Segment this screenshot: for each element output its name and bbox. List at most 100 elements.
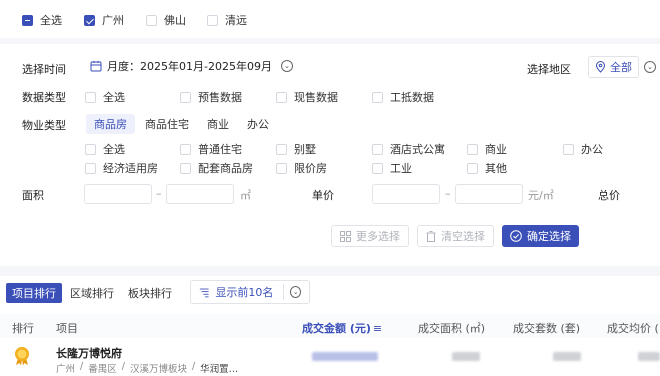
region-value: 全部: [610, 61, 632, 74]
region-check-qingyuan[interactable]: 清远: [207, 12, 247, 28]
chevron-down-icon[interactable]: ⌄: [290, 286, 302, 298]
unit-price-max-input[interactable]: [455, 184, 523, 204]
checkbox-icon[interactable]: [85, 91, 96, 103]
property-option[interactable]: 办公: [563, 141, 603, 157]
checkbox-icon[interactable]: [276, 162, 287, 174]
property-tab[interactable]: 商品房: [86, 114, 135, 134]
checkbox-icon[interactable]: [372, 91, 383, 103]
option-label: 限价房: [294, 162, 327, 175]
grid-icon: [340, 230, 351, 242]
property-option[interactable]: 工业: [372, 160, 412, 176]
checkbox-icon[interactable]: [467, 143, 478, 155]
unit-price-min-input[interactable]: [372, 184, 440, 204]
region-check-label: 全选: [40, 14, 62, 27]
property-type-tabs: 商品房 商品住宅 商业 办公: [86, 114, 277, 134]
property-option[interactable]: 限价房: [276, 160, 327, 176]
confirm-selection-label: 确定选择: [527, 230, 571, 243]
checkbox-icon[interactable]: [85, 162, 96, 174]
checkbox-icon[interactable]: [180, 91, 191, 103]
project-name[interactable]: 长隆万博悦府: [56, 345, 122, 361]
checkbox-indeterminate-icon[interactable]: [22, 14, 33, 26]
location-pin-icon: [595, 61, 606, 73]
property-option[interactable]: 其他: [467, 160, 507, 176]
region-check-foshan[interactable]: 佛山: [146, 12, 186, 28]
checkbox-icon[interactable]: [563, 143, 574, 155]
property-option[interactable]: 配套商品房: [180, 160, 253, 176]
region-check-label: 清远: [225, 14, 247, 27]
property-tab[interactable]: 商业: [199, 114, 237, 134]
chevron-down-icon[interactable]: ⌄: [644, 61, 656, 73]
checkbox-icon[interactable]: [372, 162, 383, 174]
sort-icon[interactable]: ≡: [373, 322, 382, 335]
col-project: 项目: [56, 322, 78, 335]
more-options-button[interactable]: 更多选择: [331, 225, 409, 247]
region-quick-filter: 全选 广州 佛山 清远: [0, 0, 660, 38]
tab-district-ranking[interactable]: 区域排行: [64, 283, 120, 303]
breadcrumb-item: 华润置…: [200, 364, 239, 375]
confirm-selection-button[interactable]: 确定选择: [502, 225, 579, 247]
redacted-avg-price: [638, 352, 660, 361]
col-amount[interactable]: 成交金额 (元) ≡: [302, 320, 382, 336]
clear-selection-label: 清空选择: [441, 230, 485, 243]
checkbox-icon[interactable]: [276, 91, 287, 103]
tab-block-ranking[interactable]: 板块排行: [122, 283, 178, 303]
col-area[interactable]: 成交面积 (㎡): [418, 320, 485, 336]
property-tab[interactable]: 商品住宅: [137, 114, 197, 134]
option-label: 普通住宅: [198, 143, 242, 156]
redacted-units: [553, 352, 581, 361]
region-check-all[interactable]: 全选: [22, 12, 62, 28]
col-avg-price[interactable]: 成交均价 (: [607, 320, 659, 336]
checkbox-icon[interactable]: [180, 143, 191, 155]
clear-selection-button[interactable]: 清空选择: [417, 225, 494, 247]
checkbox-icon[interactable]: [207, 14, 218, 26]
option-label: 预售数据: [198, 91, 242, 104]
checkbox-icon[interactable]: [467, 162, 478, 174]
total-price-label: 总价: [598, 189, 620, 202]
data-type-option[interactable]: 工抵数据: [372, 89, 434, 105]
option-label: 商业: [485, 143, 507, 156]
chevron-down-icon[interactable]: ⌄: [280, 60, 293, 72]
option-label: 全选: [103, 143, 125, 156]
property-option[interactable]: 别墅: [276, 141, 316, 157]
property-option[interactable]: 商业: [467, 141, 507, 157]
checkbox-icon[interactable]: [146, 14, 157, 26]
data-type-label: 数据类型: [22, 91, 66, 104]
redacted-amount: [312, 352, 378, 361]
property-option[interactable]: 普通住宅: [180, 141, 242, 157]
checkbox-checked-icon[interactable]: [84, 14, 95, 26]
breadcrumb-item: 广州: [56, 364, 76, 375]
region-check-label: 佛山: [164, 14, 186, 27]
region-select[interactable]: 全部: [588, 56, 639, 78]
range-separator: –: [445, 187, 451, 200]
time-label: 选择时间: [22, 63, 66, 76]
show-top-select[interactable]: 显示前10名 ⌄: [190, 280, 310, 304]
data-type-option[interactable]: 预售数据: [180, 89, 242, 105]
checkbox-icon[interactable]: [372, 143, 383, 155]
area-unit: ㎡: [240, 189, 251, 202]
property-option[interactable]: 经济适用房: [85, 160, 158, 176]
region-label: 选择地区: [527, 63, 571, 76]
property-option[interactable]: 全选: [85, 141, 125, 157]
time-picker[interactable]: 月度：2025年01月-2025年09月 ⌄: [90, 58, 293, 74]
checkbox-icon[interactable]: [85, 143, 96, 155]
sort-list-icon: [199, 288, 209, 297]
tab-project-ranking[interactable]: 项目排行: [6, 283, 62, 303]
col-amount-label: 成交金额 (元): [302, 322, 371, 335]
redacted-area: [452, 352, 480, 361]
area-max-input[interactable]: [166, 184, 234, 204]
trash-icon: [426, 230, 436, 242]
checkbox-icon[interactable]: [276, 143, 287, 155]
option-label: 经济适用房: [103, 162, 158, 175]
col-units[interactable]: 成交套数 (套): [513, 320, 580, 336]
breadcrumb-item: 番禺区: [88, 364, 117, 375]
checkbox-icon[interactable]: [180, 162, 191, 174]
property-tab[interactable]: 办公: [239, 114, 277, 134]
region-check-guangzhou[interactable]: 广州: [84, 12, 124, 28]
check-circle-icon: [510, 230, 522, 242]
data-type-option[interactable]: 全选: [85, 89, 125, 105]
option-label: 全选: [103, 91, 125, 104]
region-check-label: 广州: [102, 14, 124, 27]
property-option[interactable]: 酒店式公寓: [372, 141, 445, 157]
area-min-input[interactable]: [84, 184, 152, 204]
data-type-option[interactable]: 现售数据: [276, 89, 338, 105]
